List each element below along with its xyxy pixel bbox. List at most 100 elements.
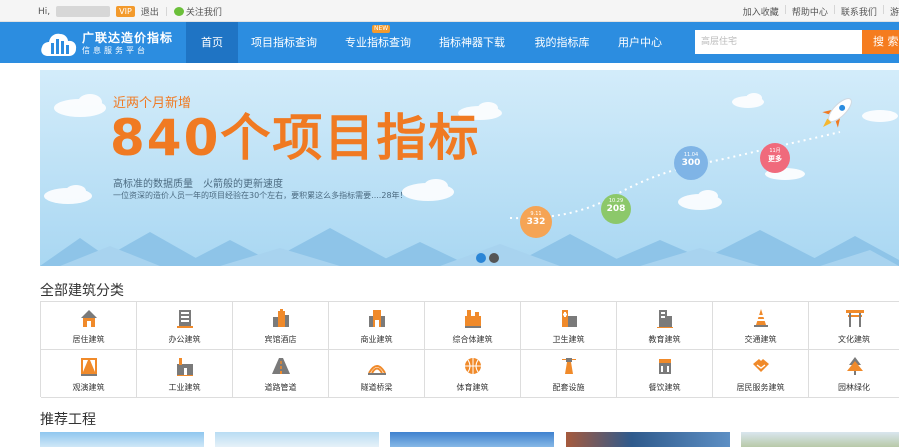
- category-item[interactable]: 体育建筑: [425, 350, 521, 398]
- theater-icon: [81, 358, 97, 376]
- category-item[interactable]: 工业建筑: [137, 350, 233, 398]
- stat-date: 11月: [769, 148, 781, 154]
- school-icon: [657, 310, 673, 328]
- project-thumbnail[interactable]: [40, 432, 204, 447]
- category-item[interactable]: 办公建筑: [137, 302, 233, 350]
- stat-bubble: 10.29 208: [601, 194, 631, 224]
- logo-subtitle: 信息服务平台: [82, 46, 148, 55]
- recommended-section-title: 推荐工程: [40, 412, 96, 428]
- category-label: 配套设施: [552, 383, 585, 392]
- office-building-icon: [177, 310, 193, 328]
- category-label: 交通建筑: [744, 335, 777, 344]
- category-label: 园林绿化: [838, 383, 870, 392]
- category-label: 工业建筑: [168, 383, 201, 392]
- stat-value: 208: [606, 204, 626, 214]
- add-favorite-link[interactable]: 加入收藏: [743, 5, 779, 18]
- category-label: 观演建筑: [72, 383, 105, 392]
- commercial-building-icon: [369, 310, 385, 327]
- road-icon: [272, 358, 290, 374]
- hotel-icon: [273, 309, 289, 327]
- pavilion-icon: [846, 310, 864, 327]
- project-thumbnail[interactable]: [741, 432, 899, 447]
- hospital-icon: [562, 310, 577, 327]
- banner-headline: 840个项目指标: [110, 109, 481, 167]
- nav-home[interactable]: 首页: [186, 22, 238, 63]
- project-thumbnail[interactable]: [566, 432, 730, 447]
- category-item[interactable]: 居住建筑: [41, 302, 137, 350]
- project-thumbnail[interactable]: [215, 432, 379, 447]
- category-label: 居民服务建筑: [736, 383, 785, 392]
- search-button[interactable]: 搜 索: [862, 30, 899, 54]
- divider: |: [832, 5, 836, 15]
- category-label: 卫生建筑: [552, 335, 585, 344]
- nav-user-center[interactable]: 用户中心: [610, 22, 670, 63]
- stat-value: 332: [526, 217, 546, 227]
- complex-building-icon: [465, 310, 481, 328]
- carousel-dot-active[interactable]: [476, 253, 486, 263]
- divider: |: [783, 5, 787, 15]
- banner-description: 一位资深的造价人员一年的项目经验在30个左右，要积累这么多指标需要....28年…: [113, 191, 408, 200]
- restaurant-icon: [659, 359, 671, 374]
- top-link-cut[interactable]: 游: [890, 5, 899, 18]
- stat-bubble-more[interactable]: 11月 更多: [760, 143, 790, 173]
- carousel-dot[interactable]: [489, 253, 499, 263]
- category-label: 办公建筑: [168, 335, 201, 344]
- top-bar: Hi, VIP 退出 | 关注我们 加入收藏 | 帮助中心 | 联系我们 | 游: [0, 0, 899, 22]
- greeting-text: Hi,: [38, 6, 51, 17]
- stat-bubble: 9.11 332: [520, 206, 552, 238]
- carousel-dots: [476, 253, 499, 263]
- house-icon: [81, 310, 97, 327]
- logo-title: 广联达造价指标: [82, 31, 174, 45]
- contact-us-link[interactable]: 联系我们: [841, 5, 877, 18]
- handshake-icon: [753, 359, 769, 372]
- category-label: 综合体建筑: [452, 335, 493, 344]
- category-item[interactable]: 宾馆酒店: [233, 302, 329, 350]
- category-item[interactable]: 道路管道: [233, 350, 329, 398]
- stat-bubble: 11.04 300: [674, 146, 708, 180]
- search-input[interactable]: 高层住宅: [695, 30, 863, 54]
- category-item[interactable]: 居民服务建筑: [713, 350, 809, 398]
- category-label: 居住建筑: [72, 335, 105, 344]
- recommended-thumbnails: [0, 432, 899, 447]
- category-label: 商业建筑: [360, 335, 393, 344]
- category-label: 文化建筑: [838, 335, 870, 344]
- new-badge: NEW: [372, 25, 391, 33]
- site-logo[interactable]: 广联达造价指标 信息服务平台: [40, 27, 190, 59]
- banner-tagline: 高标准的数据质量 火箭般的更新速度: [113, 179, 283, 190]
- stat-value: 300: [681, 158, 701, 168]
- category-item[interactable]: 观演建筑: [41, 350, 137, 398]
- basketball-icon: [465, 358, 481, 374]
- nav-project-index[interactable]: 项目指标查询: [244, 22, 324, 63]
- category-item[interactable]: 教育建筑: [617, 302, 713, 350]
- tree-icon: [847, 357, 863, 375]
- category-item[interactable]: 文化建筑: [809, 302, 899, 350]
- divider: |: [164, 6, 168, 17]
- nav-my-library[interactable]: 我的指标库: [527, 22, 597, 63]
- project-thumbnail[interactable]: [390, 432, 554, 447]
- category-item[interactable]: 卫生建筑: [521, 302, 617, 350]
- category-section-title: 全部建筑分类: [40, 283, 124, 299]
- logout-link[interactable]: 退出: [141, 5, 159, 18]
- category-item[interactable]: 交通建筑: [713, 302, 809, 350]
- category-item[interactable]: 商业建筑: [329, 302, 425, 350]
- cloud-logo-icon: [41, 33, 77, 56]
- category-item[interactable]: 综合体建筑: [425, 302, 521, 350]
- help-center-link[interactable]: 帮助中心: [792, 5, 828, 18]
- nav-download[interactable]: 指标神器下载: [432, 22, 512, 63]
- category-grid: 居住建筑 办公建筑 宾馆酒店 商业建筑 综合体建筑 卫生建筑 教育建筑 交通建筑…: [40, 301, 899, 398]
- follow-link[interactable]: 关注我们: [173, 5, 222, 18]
- vip-badge: VIP: [116, 6, 135, 17]
- hero-banner[interactable]: 近两个月新增 840个项目指标 高标准的数据质量 火箭般的更新速度 一位资深的造…: [40, 70, 899, 266]
- stat-value: 更多: [768, 155, 782, 163]
- follow-label: 关注我们: [185, 8, 222, 18]
- category-item[interactable]: 配套设施: [521, 350, 617, 398]
- category-label: 宾馆酒店: [264, 335, 297, 344]
- category-item[interactable]: 园林绿化: [809, 350, 899, 398]
- category-item[interactable]: 隧道桥梁: [329, 350, 425, 398]
- weibo-icon: [173, 7, 184, 16]
- category-label: 隧道桥梁: [360, 383, 393, 392]
- category-item[interactable]: 餐饮建筑: [617, 350, 713, 398]
- divider: |: [881, 5, 885, 15]
- category-label: 体育建筑: [456, 383, 489, 392]
- top-links: 加入收藏 | 帮助中心 | 联系我们 | 游: [743, 5, 899, 18]
